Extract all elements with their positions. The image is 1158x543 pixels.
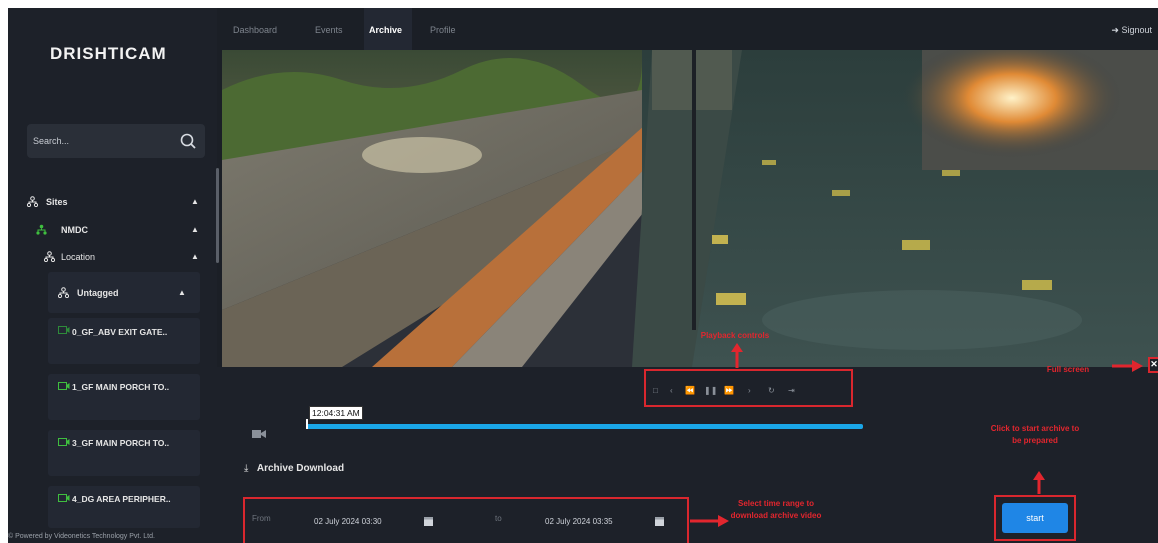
tree-item-site-label: NMDC xyxy=(61,224,88,235)
camera-label: 3_GF MAIN PORCH TO.. xyxy=(72,438,170,448)
calendar-icon[interactable] xyxy=(424,516,433,526)
video-player[interactable] xyxy=(222,50,1158,367)
camera-list-item[interactable]: 1_GF MAIN PORCH TO.. xyxy=(48,374,200,420)
arrow-right-icon xyxy=(1112,360,1143,372)
signout-label: Signout xyxy=(1121,25,1152,35)
tree-item-site-nmdc[interactable]: NMDC ▲ xyxy=(36,224,207,235)
sitemap-icon xyxy=(58,287,69,298)
video-camera-icon xyxy=(58,326,70,334)
playback-timeline[interactable] xyxy=(306,424,863,429)
sidebar: DRISHTICAM Sites ▲ xyxy=(8,8,219,543)
start-button[interactable]: start xyxy=(1002,503,1068,533)
video-frame xyxy=(222,50,1158,367)
tree-item-location[interactable]: Location ▲ xyxy=(44,251,207,262)
archive-download-title: ⤓ Archive Download xyxy=(244,463,344,474)
sidebar-scrollbar[interactable] xyxy=(216,168,219,263)
arrow-up-icon xyxy=(731,343,743,368)
footer-credit: © Powered by Videonetics Technology Pvt.… xyxy=(8,533,155,540)
tree-item-sites-label: Sites xyxy=(46,196,68,207)
camera-list-item[interactable]: 3_GF MAIN PORCH TO.. xyxy=(48,430,200,476)
tree-item-sites[interactable]: Sites ▲ xyxy=(27,196,207,207)
chevron-up-icon: ▲ xyxy=(191,225,199,234)
live-icon[interactable]: ⇥ xyxy=(788,386,795,395)
tree-item-location-label: Location xyxy=(61,251,96,262)
tab-events[interactable]: Events xyxy=(315,25,343,35)
signout-icon: ➜ xyxy=(1111,25,1119,35)
to-datetime-field[interactable]: 02 July 2024 03:35 xyxy=(545,517,613,526)
arrow-up-icon xyxy=(1033,471,1045,494)
brand-logo: DRISHTICAM xyxy=(50,44,167,63)
sitemap-icon xyxy=(27,196,38,207)
tree-item-group-label: Untagged xyxy=(77,287,119,298)
video-camera-icon xyxy=(58,494,70,502)
arrow-right-icon xyxy=(690,515,729,527)
chevron-up-icon: ▲ xyxy=(178,288,186,297)
video-camera-icon xyxy=(58,438,70,446)
fullscreen-icon[interactable]: ✕ xyxy=(1148,357,1158,373)
tree-item-group-untagged[interactable]: Untagged ▲ xyxy=(48,272,200,313)
camera-list-item[interactable]: 0_GF_ABV EXIT GATE.. xyxy=(48,318,200,364)
tab-archive[interactable]: Archive xyxy=(369,25,402,35)
chevron-up-icon: ▲ xyxy=(191,252,199,261)
archive-download-label: Archive Download xyxy=(256,463,345,474)
current-time-label: 12:04:31 AM xyxy=(309,406,363,420)
top-nav: Dashboard Events Archive Profile ➜ Signo… xyxy=(217,8,1158,50)
rewind-icon[interactable]: ⏪ xyxy=(685,386,695,395)
camera-label: 0_GF_ABV EXIT GATE.. xyxy=(72,327,168,337)
frame-back-icon[interactable]: □ xyxy=(653,386,658,395)
download-icon: ⤓ xyxy=(244,463,249,474)
pause-icon[interactable]: ❚❚ xyxy=(704,386,717,395)
step-forward-icon[interactable]: › xyxy=(748,386,751,395)
video-camera-icon xyxy=(58,382,70,390)
chevron-up-icon: ▲ xyxy=(191,197,199,206)
app-window: DRISHTICAM Sites ▲ xyxy=(8,8,1158,543)
sitemap-icon xyxy=(44,251,55,262)
camera-label: 1_GF MAIN PORCH TO.. xyxy=(72,382,170,392)
calendar-icon[interactable] xyxy=(655,516,664,526)
from-label: From xyxy=(252,514,271,523)
annotation-box-time-range xyxy=(243,497,689,543)
annotation-click-to-start: Click to start archive to be prepared xyxy=(990,424,1080,445)
step-back-icon[interactable]: ‹ xyxy=(670,386,673,395)
sitemap-icon xyxy=(36,224,47,235)
signout-link[interactable]: ➜ Signout xyxy=(1111,25,1152,36)
annotation-playback-controls: Playback controls xyxy=(700,331,770,340)
search-icon[interactable] xyxy=(179,132,197,150)
tab-profile[interactable]: Profile xyxy=(430,25,456,35)
search-box xyxy=(27,124,205,158)
playhead-marker[interactable] xyxy=(306,419,308,429)
tab-dashboard[interactable]: Dashboard xyxy=(233,25,277,35)
fast-forward-icon[interactable]: ⏩ xyxy=(724,386,734,395)
annotation-full-screen: Full screen xyxy=(1046,365,1090,374)
camera-list-item[interactable]: 4_DG AREA PERIPHER.. xyxy=(48,486,200,528)
from-datetime-field[interactable]: 02 July 2024 03:30 xyxy=(314,517,382,526)
annotation-select-time-range: Select time range to download archive vi… xyxy=(730,499,822,520)
to-label: to xyxy=(495,514,502,523)
refresh-icon[interactable]: ↻ xyxy=(768,386,775,395)
camera-label: 4_DG AREA PERIPHER.. xyxy=(72,494,171,504)
search-input[interactable] xyxy=(33,124,173,158)
video-camera-icon xyxy=(252,430,266,438)
